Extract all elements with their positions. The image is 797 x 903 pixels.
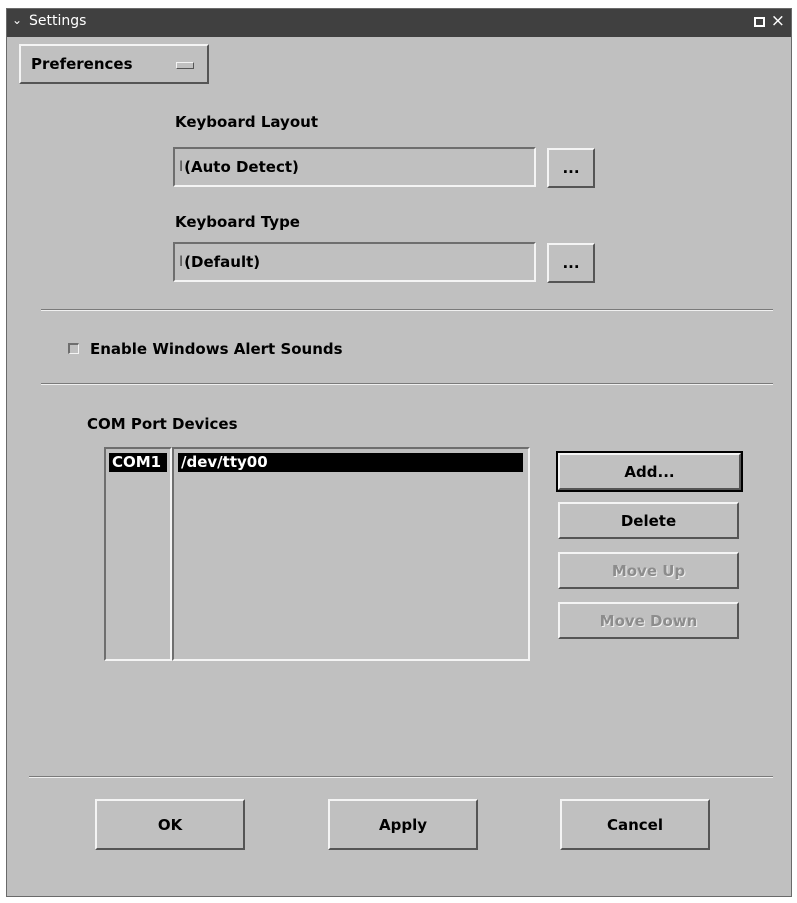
add-button-focus-ring: Add... — [556, 451, 743, 492]
ok-button-label: OK — [157, 815, 183, 834]
settings-window: ⌄ Settings × Preferences Keyboard Layout… — [6, 8, 792, 897]
com-port-column[interactable]: COM1 — [104, 447, 172, 661]
alert-sounds-label[interactable]: Enable Windows Alert Sounds — [90, 340, 343, 358]
apply-button-label: Apply — [378, 815, 427, 834]
separator — [41, 309, 773, 311]
com-port-devices-label: COM Port Devices — [87, 415, 238, 433]
com-device-cell[interactable]: /dev/tty00 — [178, 453, 523, 472]
separator — [29, 776, 773, 778]
add-button[interactable]: Add... — [558, 453, 741, 490]
preferences-menu-label: Preferences — [31, 55, 133, 73]
keyboard-layout-label: Keyboard Layout — [175, 113, 318, 131]
keyboard-type-label: Keyboard Type — [175, 213, 300, 231]
com-device-column[interactable]: /dev/tty00 — [172, 447, 530, 661]
keyboard-type-browse-button[interactable]: ... — [547, 243, 595, 283]
keyboard-layout-browse-button[interactable]: ... — [547, 148, 595, 188]
add-button-label: Add... — [624, 462, 675, 481]
separator — [41, 383, 773, 385]
apply-button[interactable]: Apply — [328, 799, 478, 850]
ok-button[interactable]: OK — [95, 799, 245, 850]
delete-button[interactable]: Delete — [558, 502, 739, 539]
move-up-button: Move Up — [558, 552, 739, 589]
cancel-button[interactable]: Cancel — [560, 799, 710, 850]
close-icon[interactable]: × — [771, 12, 785, 30]
move-down-button: Move Down — [558, 602, 739, 639]
com-port-cell[interactable]: COM1 — [109, 453, 167, 472]
keyboard-layout-field[interactable]: I (Auto Detect) — [173, 147, 536, 187]
chevron-down-icon[interactable]: ⌄ — [12, 13, 22, 27]
title-bar: ⌄ Settings × — [7, 9, 791, 37]
maximize-icon[interactable] — [754, 17, 765, 27]
preferences-menu-button[interactable]: Preferences — [19, 44, 209, 84]
browse-label: ... — [562, 159, 580, 177]
alert-sounds-checkbox[interactable] — [68, 343, 79, 354]
option-menu-indicator-icon — [176, 62, 194, 69]
delete-button-label: Delete — [620, 511, 677, 530]
move-up-button-label: Move Up — [611, 561, 686, 580]
keyboard-layout-value: (Auto Detect) — [184, 158, 299, 176]
text-cursor-icon: I — [179, 254, 184, 270]
cancel-button-label: Cancel — [606, 815, 663, 834]
window-title: Settings — [29, 13, 87, 29]
keyboard-type-field[interactable]: I (Default) — [173, 242, 536, 282]
browse-label: ... — [562, 254, 580, 272]
text-cursor-icon: I — [179, 159, 184, 175]
keyboard-type-value: (Default) — [184, 253, 261, 271]
move-down-button-label: Move Down — [599, 611, 698, 630]
